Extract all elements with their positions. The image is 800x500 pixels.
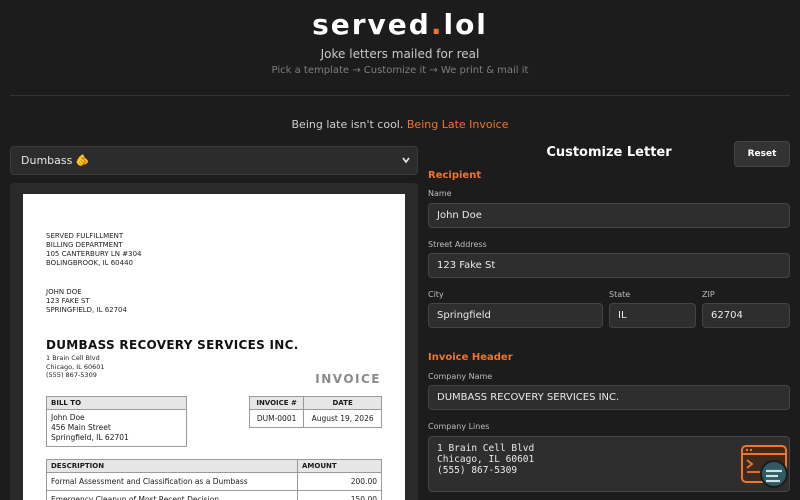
recipient-line: JOHN DOE (46, 288, 82, 296)
city-label: City (428, 290, 444, 299)
reset-button[interactable]: Reset (734, 141, 790, 167)
bill-to-table: BILL TO John Doe 456 Main Street Springf… (46, 396, 187, 447)
item-description: Emergency Cleanup of Most Recent Decisio… (46, 490, 298, 500)
bill-to-cell: John Doe 456 Main Street Springfield, IL… (46, 409, 187, 447)
table-row: Emergency Cleanup of Most Recent Decisio… (46, 490, 382, 500)
recipient-line: SPRINGFIELD, IL 62704 (46, 306, 127, 314)
line-items-table: DESCRIPTION AMOUNT Formal Assessment and… (46, 459, 382, 500)
sender-line: SERVED FULFILLMENT (46, 232, 124, 240)
company-line: (555) 867-5309 (46, 371, 97, 379)
name-label: Name (428, 189, 452, 198)
invoice-number: DUM-0001 (248, 409, 305, 428)
items-amount-header: AMOUNT (297, 459, 382, 473)
promo-link[interactable]: Being Late Invoice (407, 118, 509, 131)
invoice-header-section-title: Invoice Header (428, 352, 513, 363)
brand-dot: . (430, 8, 444, 41)
sender-address: SERVED FULFILLMENT BILLING DEPARTMENT 10… (46, 232, 142, 268)
item-amount: 200.00 (297, 472, 382, 491)
street-input[interactable]: 123 Fake St (428, 253, 790, 278)
invoice-meta-table: INVOICE # DATE DUM-0001 August 19, 2026 (248, 396, 382, 428)
state-label: State (609, 290, 631, 299)
template-select[interactable]: Dumbass 🫵 (10, 146, 418, 175)
letter-company-lines: 1 Brain Cell Blvd Chicago, IL 60601 (555… (46, 354, 105, 380)
brand-tld: lol (443, 8, 488, 41)
brand-name: served (312, 8, 431, 41)
invoice-date-header: DATE (303, 396, 382, 410)
company-name-label: Company Name (428, 372, 493, 381)
zip-input[interactable]: 62704 (702, 303, 790, 328)
invoice-number-header: INVOICE # (248, 396, 305, 410)
template-select-value: Dumbass 🫵 (21, 154, 90, 167)
header-divider (10, 95, 790, 96)
sender-line: 105 CANTERBURY LN #304 (46, 250, 142, 258)
promo-banner: Being late isn't cool. Being Late Invoic… (0, 118, 800, 131)
promo-text: Being late isn't cool. (291, 118, 407, 131)
letter-company-name: DUMBASS RECOVERY SERVICES INC. (46, 338, 299, 352)
recipient-line: 123 FAKE ST (46, 297, 90, 305)
city-input[interactable]: Springfield (428, 303, 603, 328)
invoice-title: INVOICE (315, 372, 381, 386)
item-amount: 150.00 (297, 490, 382, 500)
state-input[interactable]: IL (609, 303, 696, 328)
company-lines-textarea[interactable]: 1 Brain Cell Blvd Chicago, IL 60601 (555… (428, 436, 790, 492)
tagline: Joke letters mailed for real (320, 47, 480, 61)
item-description: Formal Assessment and Classification as … (46, 472, 298, 491)
street-label: Street Address (428, 240, 487, 249)
table-row: Formal Assessment and Classification as … (46, 472, 382, 491)
letter-preview-paper: SERVED FULFILLMENT BILLING DEPARTMENT 10… (23, 194, 405, 500)
recipient-section-title: Recipient (428, 170, 482, 181)
company-name-input[interactable]: DUMBASS RECOVERY SERVICES INC. (428, 385, 790, 410)
company-line: 1 Brain Cell Blvd (46, 354, 100, 362)
company-lines-label: Company Lines (428, 422, 490, 431)
site-header: served.lol Joke letters mailed for real … (0, 0, 800, 96)
recipient-address: JOHN DOE 123 FAKE ST SPRINGFIELD, IL 627… (46, 288, 127, 315)
name-input[interactable]: John Doe (428, 203, 790, 228)
terminal-window-icon[interactable] (740, 444, 792, 492)
bill-to-line: 456 Main Street (51, 423, 111, 432)
steps-subtitle: Pick a template → Customize it → We prin… (271, 65, 529, 76)
chevron-down-icon (401, 147, 411, 185)
brand-logo[interactable]: served.lol (0, 8, 800, 41)
items-description-header: DESCRIPTION (46, 459, 298, 473)
sender-line: BOLINGBROOK, IL 60440 (46, 259, 133, 267)
company-line: Chicago, IL 60601 (46, 362, 105, 371)
bill-to-line: Springfield, IL 62701 (51, 433, 129, 442)
zip-label: ZIP (702, 290, 715, 299)
invoice-date: August 19, 2026 (303, 409, 382, 428)
bill-to-line: John Doe (51, 413, 85, 422)
bill-to-header: BILL TO (46, 396, 187, 410)
sender-line: BILLING DEPARTMENT (46, 241, 123, 249)
